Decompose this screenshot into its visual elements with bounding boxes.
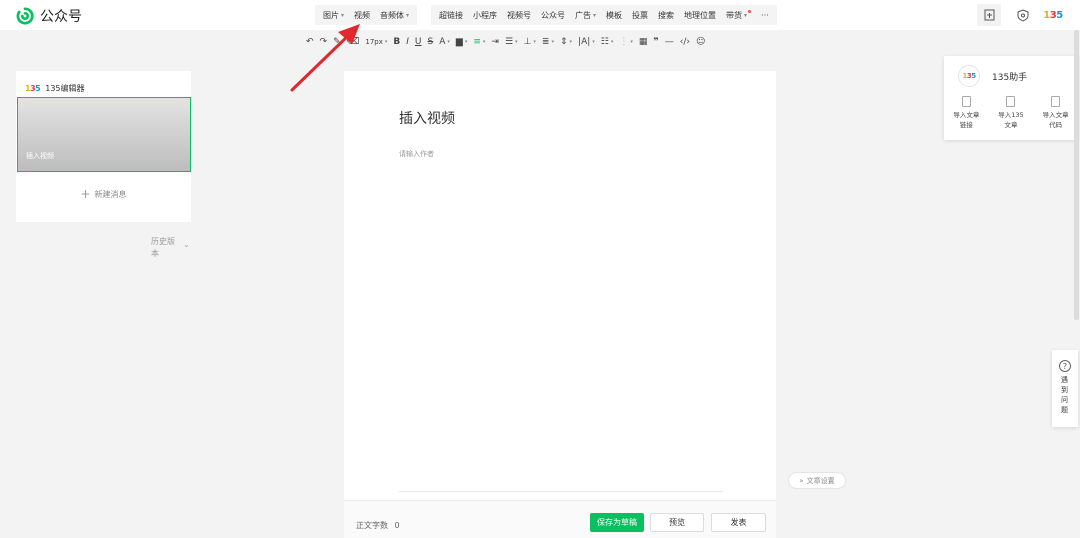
menu-item-audio[interactable]: 音频体 ▾ — [375, 10, 414, 21]
menu-item-hyperlink[interactable]: 超链接 — [434, 10, 468, 21]
menu-item-template[interactable]: 模板 — [601, 10, 627, 21]
format-toolbar: ↶ ↷ ✎ ⌫ 17px ▾ B I U S A ▾ ▆ ▾ ≡ ▾ ⇥ ☰ ▾ ⊥ ▾ ≣… — [306, 34, 711, 50]
menu-item-ad[interactable]: 广告 ▾ — [570, 10, 601, 21]
menu-item-vote[interactable]: 投票 — [627, 10, 653, 21]
new-message-label: 新建消息 — [94, 189, 127, 199]
content-divider — [399, 491, 723, 492]
article-cover-card[interactable]: 插入视频 — [17, 97, 191, 172]
new-message-button[interactable]: + 新建消息 — [16, 187, 191, 201]
clear-format-icon[interactable]: ⌫ — [347, 37, 360, 47]
editor-canvas[interactable]: 插入视频 请输入作者 — [344, 71, 776, 538]
article-title-input[interactable]: 插入视频 — [399, 108, 455, 128]
save-draft-button[interactable]: 保存为草稿 — [590, 513, 644, 532]
plus-icon: + — [80, 187, 91, 201]
line-height-icon[interactable]: ≣ ▾ — [542, 37, 554, 47]
table-icon[interactable]: ▦ — [639, 37, 648, 47]
editor-header: 135 135编辑器 — [16, 71, 191, 97]
align-left-icon[interactable]: ≡ ▾ — [473, 37, 485, 47]
helper-135-panel: 135 135助手 导入文章链接 导入135文章 导入文章代码 — [944, 56, 1078, 140]
ordered-list-icon[interactable]: ⋮ ▾ — [619, 37, 633, 47]
align-center-icon[interactable]: ☰ ▾ — [505, 37, 518, 47]
menu-item-commerce[interactable]: 带货 ▾ — [721, 9, 756, 21]
insert-menu-group-1: 图片 ▾ 视频 音频体 ▾ — [315, 5, 418, 25]
shield-icon — [1017, 8, 1029, 22]
word-count: 正文字数 0 — [356, 521, 400, 530]
menu-item-official-account[interactable]: 公众号 — [536, 10, 570, 21]
logo-135-icon: 135 — [958, 65, 980, 87]
author-input[interactable]: 请输入作者 — [399, 149, 434, 159]
article-settings-button[interactable]: » 文章设置 — [788, 472, 846, 489]
undo-icon[interactable]: ↶ — [306, 37, 314, 47]
bold-icon[interactable]: B — [393, 37, 400, 47]
menu-item-image[interactable]: 图片 ▾ — [318, 10, 349, 21]
menu-item-mini-program[interactable]: 小程序 — [468, 10, 502, 21]
publish-button[interactable]: 发表 — [711, 513, 766, 532]
insert-menu-group-2: 超链接 小程序 视频号 公众号 广告 ▾ 模板 投票 搜索 地理位置 带货 ▾ ··… — [431, 5, 777, 25]
indent-icon[interactable]: ⇥ — [491, 37, 499, 47]
menu-item-channels[interactable]: 视频号 — [502, 10, 536, 21]
quote-icon[interactable]: ❞ — [653, 37, 658, 47]
strikethrough-icon[interactable]: S — [428, 37, 434, 47]
editor-name: 135编辑器 — [45, 84, 85, 93]
editor-footer: 正文字数 0 保存为草稿 预览 发表 — [344, 500, 776, 538]
underline-icon[interactable]: U — [415, 37, 422, 47]
security-button[interactable] — [1011, 4, 1035, 26]
question-icon: ? — [1059, 360, 1071, 372]
document-icon — [961, 96, 971, 107]
menu-item-more[interactable]: ··· — [756, 11, 774, 20]
font-color-icon[interactable]: A ▾ — [439, 37, 450, 47]
import-article-code-button[interactable]: 导入文章代码 — [1036, 96, 1076, 130]
help-label: 遇到问题 — [1061, 376, 1068, 414]
menu-item-video[interactable]: 视频 — [349, 10, 375, 21]
logo-135-button[interactable]: 135 — [1041, 4, 1065, 26]
import-article-link-button[interactable]: 导入文章链接 — [946, 96, 986, 130]
top-bar: 公众号 图片 ▾ 视频 音频体 ▾ 超链接 小程序 视频号 公众号 广告 ▾ 模板 投… — [0, 0, 1080, 30]
helper-header: 135 135助手 — [944, 56, 1078, 87]
chevron-down-icon: ▾ — [593, 11, 597, 19]
document-icon — [984, 9, 994, 21]
chevron-down-icon: ▾ — [384, 39, 388, 45]
format-brush-icon[interactable]: ✎ — [333, 37, 341, 47]
emoji-icon[interactable]: ☺ — [696, 37, 705, 47]
help-widget[interactable]: ? 遇到问题 — [1052, 350, 1078, 427]
logo-135-icon: 135 — [1043, 9, 1063, 21]
divider-icon[interactable]: — — [665, 37, 674, 47]
menu-item-location[interactable]: 地理位置 — [679, 10, 721, 21]
article-card-title: 插入视频 — [26, 152, 54, 160]
italic-icon[interactable]: I — [406, 37, 409, 47]
font-size-select[interactable]: 17px ▾ — [365, 38, 387, 46]
chevron-down-icon: ▾ — [406, 11, 410, 19]
redo-icon[interactable]: ↷ — [320, 37, 328, 47]
history-version-link[interactable]: 历史版本 — [151, 236, 177, 260]
bg-color-icon[interactable]: ▆ ▾ — [456, 37, 467, 47]
chevron-down-icon: ▾ — [744, 11, 748, 19]
menu-item-search[interactable]: 搜索 — [653, 10, 679, 21]
list-icon[interactable]: ☷ ▾ — [601, 37, 614, 47]
brand[interactable]: 公众号 — [16, 6, 82, 26]
document-button[interactable] — [977, 4, 1001, 26]
wechat-official-logo-icon — [16, 7, 34, 25]
chevron-down-icon: ▾ — [341, 11, 345, 19]
scrollbar[interactable] — [1074, 30, 1079, 320]
app-name: 公众号 — [40, 9, 82, 25]
logo-135-icon: 135 — [25, 84, 41, 93]
chevron-down-icon[interactable]: ⌄ — [183, 240, 190, 249]
paragraph-spacing-icon[interactable]: ⇕ ▾ — [560, 37, 572, 47]
notification-dot — [748, 9, 752, 13]
code-icon[interactable]: ‹/› — [680, 37, 690, 47]
preview-button[interactable]: 预览 — [650, 513, 704, 532]
document-icon — [1051, 96, 1061, 107]
double-chevron-down-icon: » — [799, 476, 804, 485]
document-icon — [1006, 96, 1016, 107]
helper-title: 135助手 — [992, 72, 1028, 83]
letter-spacing-icon[interactable]: |A| ▾ — [578, 37, 595, 47]
align-bottom-icon[interactable]: ⊥ ▾ — [524, 37, 536, 47]
helper-actions: 导入文章链接 导入135文章 导入文章代码 — [944, 96, 1078, 130]
article-list-panel: 135 135编辑器 插入视频 + 新建消息 — [16, 71, 191, 222]
import-135-article-button[interactable]: 导入135文章 — [991, 96, 1031, 130]
